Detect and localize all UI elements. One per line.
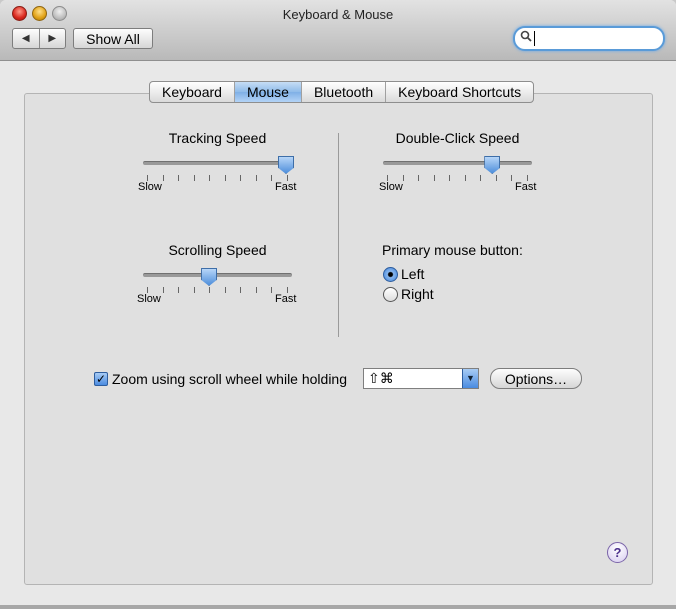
slider-tick: [418, 175, 420, 181]
zoom-modifier-value: ⇧⌘: [368, 370, 394, 386]
tracking-speed-slider[interactable]: [143, 161, 292, 165]
scrolling-speed-slider[interactable]: [143, 273, 292, 277]
primary-mouse-button-label: Primary mouse button:: [382, 242, 523, 258]
toolbar: Keyboard & Mouse ◀ ▶ Show All: [0, 0, 676, 61]
tab-bluetooth[interactable]: Bluetooth: [300, 82, 385, 102]
double-click-fast-label: Fast: [515, 181, 537, 193]
slider-tick: [449, 175, 451, 181]
slider-tick: [162, 287, 164, 293]
options-button[interactable]: Options…: [490, 368, 582, 389]
left-radio-label[interactable]: Left: [401, 266, 424, 282]
scrolling-fast-label: Fast: [275, 293, 297, 305]
tab-mouse[interactable]: Mouse: [233, 82, 301, 102]
forward-button[interactable]: ▶: [38, 29, 66, 48]
scrolling-speed-label: Scrolling Speed: [168, 242, 267, 258]
slider-tick: [255, 175, 257, 181]
left-radio[interactable]: [383, 267, 398, 282]
slider-tick: [240, 175, 242, 181]
slider-tick: [255, 287, 257, 293]
forward-arrow-icon: ▶: [48, 33, 57, 44]
tab-keyboard-shortcuts[interactable]: Keyboard Shortcuts: [385, 82, 533, 102]
search-icon: [520, 30, 532, 45]
slider-tick: [193, 175, 195, 181]
back-forward-group: ◀ ▶: [12, 28, 66, 49]
slider-tick: [224, 175, 226, 181]
slider-tick: [271, 287, 273, 293]
back-arrow-icon: ◀: [21, 33, 30, 44]
search-field[interactable]: [513, 26, 665, 51]
slider-tick: [271, 175, 273, 181]
help-button[interactable]: ?: [607, 542, 628, 563]
slider-tick: [209, 175, 211, 181]
tracking-speed-label: Tracking Speed: [168, 130, 267, 146]
right-radio[interactable]: [383, 287, 398, 302]
window-title: Keyboard & Mouse: [282, 7, 394, 22]
column-divider: [338, 133, 339, 337]
slider-tick: [464, 175, 466, 181]
tab-bar: Keyboard Mouse Bluetooth Keyboard Shortcuts: [149, 81, 535, 103]
checkmark-icon: ✓: [95, 372, 107, 386]
slider-tick: [193, 287, 195, 293]
text-caret: [534, 31, 535, 46]
zoom-modifier-select[interactable]: ⇧⌘ ▼: [363, 368, 479, 389]
slider-tick: [162, 175, 164, 181]
window-bottom-edge: [0, 605, 676, 609]
slider-tick: [224, 287, 226, 293]
double-click-slow-label: Slow: [379, 181, 403, 193]
chevron-down-icon: ▼: [462, 369, 478, 388]
zoom-checkbox[interactable]: ✓: [94, 372, 108, 386]
show-all-button[interactable]: Show All: [73, 28, 153, 49]
back-button[interactable]: ◀: [13, 29, 39, 48]
slider-tick: [209, 287, 211, 293]
scrolling-slow-label: Slow: [137, 293, 161, 305]
zoom-label[interactable]: Zoom using scroll wheel while holding: [112, 371, 347, 387]
slider-tick: [495, 175, 497, 181]
tracking-slow-label: Slow: [138, 181, 162, 193]
slider-tick: [480, 175, 482, 181]
tab-keyboard[interactable]: Keyboard: [150, 82, 234, 102]
slider-tick: [433, 175, 435, 181]
slider-tick: [240, 287, 242, 293]
slider-tick: [511, 175, 513, 181]
double-click-speed-label: Double-Click Speed: [395, 130, 520, 146]
right-radio-label[interactable]: Right: [401, 286, 434, 302]
tracking-fast-label: Fast: [275, 181, 297, 193]
double-click-speed-slider[interactable]: [383, 161, 532, 165]
slider-tick: [178, 287, 180, 293]
slider-tick: [178, 175, 180, 181]
keyboard-mouse-window: Keyboard & Mouse ◀ ▶ Show All Keyboard Mo…: [0, 0, 676, 609]
